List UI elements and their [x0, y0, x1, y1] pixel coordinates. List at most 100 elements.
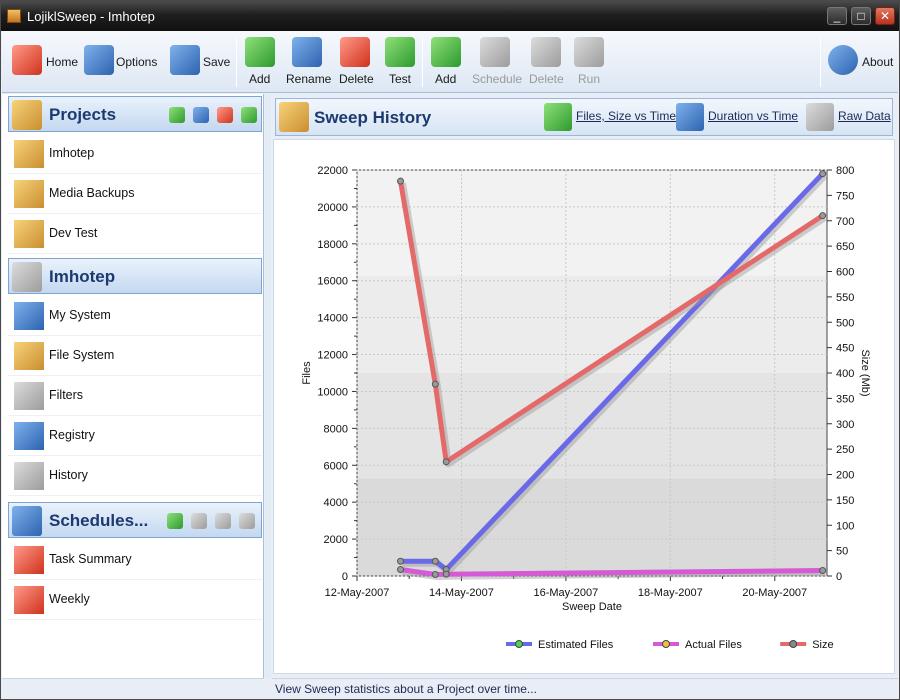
- sidebar-item-my-system[interactable]: My System: [8, 296, 262, 336]
- project-test-icon: [385, 37, 415, 67]
- projects-header: Projects: [8, 96, 262, 132]
- project-item[interactable]: Imhotep: [8, 134, 262, 174]
- tab-raw-data[interactable]: Raw Data: [838, 109, 891, 123]
- sidebar-item-task-summary[interactable]: Task Summary: [8, 540, 262, 580]
- y-axis-label: Files: [301, 361, 313, 385]
- x-tick-label: 14-May-2007: [429, 587, 494, 599]
- y2-tick-label: 750: [836, 190, 854, 202]
- toolbar-separator: [422, 37, 423, 87]
- save-icon: [170, 45, 200, 75]
- legend-marker: [515, 640, 523, 648]
- chart-panel: 0 2000 4000 6000 8000 10000 12000 14000 16000 180…: [273, 139, 895, 674]
- y-tick-label: 4000: [324, 497, 348, 509]
- project-delete-icon: [340, 37, 370, 67]
- main-header: Sweep History Files, Size vs Time Durati…: [275, 98, 893, 136]
- delete-schedule-icon[interactable]: [215, 513, 231, 529]
- sidebar-item-history[interactable]: History: [8, 456, 262, 496]
- y2-tick-label: 650: [836, 241, 854, 253]
- plot-background-band: [357, 373, 827, 479]
- y-tick-label: 10000: [317, 386, 348, 398]
- schedule-schedule-label: Schedule: [472, 72, 523, 86]
- sidebar-item-label: History: [49, 468, 88, 482]
- run-schedule-icon[interactable]: [239, 513, 255, 529]
- y-tick-label: 6000: [324, 460, 348, 472]
- project-rename-label: Rename: [286, 72, 332, 86]
- data-point: [442, 570, 450, 578]
- project-item-label: Dev Test: [49, 226, 98, 240]
- sidebar-item-registry[interactable]: Registry: [8, 416, 262, 456]
- data-point: [819, 170, 827, 178]
- schedule-icon[interactable]: [191, 513, 207, 529]
- about-label: About: [862, 55, 894, 69]
- data-point: [397, 566, 405, 574]
- sidebar: Projects Imhotep Media Backups Dev Test …: [2, 94, 264, 678]
- chart-icon[interactable]: [544, 103, 572, 131]
- project-item[interactable]: Dev Test: [8, 214, 262, 254]
- delete-project-icon[interactable]: [217, 107, 233, 123]
- sidebar-item-file-system[interactable]: File System: [8, 336, 262, 376]
- y2-tick-label: 350: [836, 393, 854, 405]
- toolbar: Home Options Save Add Rename Delete Test: [2, 31, 898, 93]
- page-title: Sweep History: [314, 108, 432, 127]
- folder-icon: [14, 342, 44, 370]
- y2-tick-label: 200: [836, 470, 854, 482]
- y2-axis-label: Size (Mb): [859, 349, 871, 396]
- panel-splitter[interactable]: [265, 94, 271, 678]
- broom-icon: [14, 140, 44, 168]
- y2-tick-label: 300: [836, 419, 854, 431]
- project-delete-label: Delete: [339, 72, 374, 86]
- x-tick-label: 18-May-2007: [638, 587, 703, 599]
- registry-icon: [14, 422, 44, 450]
- sidebar-item-weekly[interactable]: Weekly: [8, 580, 262, 620]
- schedule-icon: [480, 37, 510, 67]
- table-icon[interactable]: [806, 103, 834, 131]
- schedule-delete-label: Delete: [529, 72, 564, 86]
- sweep-history-chart: 0200040006000800010000120001400016000180…: [301, 165, 871, 651]
- x-tick-label: 20-May-2007: [742, 587, 807, 599]
- schedules-icon: [12, 506, 42, 536]
- rename-project-icon[interactable]: [193, 107, 209, 123]
- status-bar: View Sweep statistics about a Project ov…: [272, 678, 898, 698]
- funnel-icon: [14, 382, 44, 410]
- schedule-delete-icon: [531, 37, 561, 67]
- x-tick-label: 12-May-2007: [325, 587, 390, 599]
- projects-title: Projects: [49, 105, 117, 124]
- legend-label: Actual Files: [685, 639, 742, 651]
- help-icon: [828, 45, 858, 75]
- close-button[interactable]: ✕: [875, 7, 895, 25]
- legend-label: Size: [812, 639, 833, 651]
- legend-marker: [662, 640, 670, 648]
- project-item[interactable]: Media Backups: [8, 174, 262, 214]
- project-title: Imhotep: [49, 267, 116, 286]
- minimize-button[interactable]: _: [827, 7, 847, 25]
- project-rename-icon: [292, 37, 322, 67]
- y-tick-label: 18000: [317, 239, 348, 251]
- maximize-button[interactable]: □: [851, 7, 871, 25]
- project-add-label: Add: [249, 72, 271, 86]
- y2-tick-label: 250: [836, 444, 854, 456]
- schedule-run-label: Run: [578, 72, 601, 86]
- sidebar-item-label: Task Summary: [49, 552, 132, 566]
- chart-icon[interactable]: [676, 103, 704, 131]
- y2-tick-label: 50: [836, 546, 848, 558]
- app-icon: [7, 9, 21, 23]
- schedules-title: Schedules...: [49, 511, 149, 530]
- add-schedule-icon[interactable]: [167, 513, 183, 529]
- y-tick-label: 12000: [317, 350, 348, 362]
- title-bar[interactable]: LojiklSweep - Imhotep _ □ ✕: [1, 1, 899, 31]
- schedules-header: Schedules...: [8, 502, 262, 538]
- sidebar-item-filters[interactable]: Filters: [8, 376, 262, 416]
- y-tick-label: 20000: [317, 202, 348, 214]
- tab-files-size-vs-time[interactable]: Files, Size vs Time: [576, 109, 676, 123]
- data-point: [819, 212, 827, 220]
- test-project-icon[interactable]: [241, 107, 257, 123]
- schedule-add-label: Add: [435, 72, 457, 86]
- data-point: [431, 571, 439, 579]
- project-add-icon: [245, 37, 275, 67]
- alarm-clock-icon: [14, 546, 44, 574]
- add-project-icon[interactable]: [169, 107, 185, 123]
- y2-tick-label: 700: [836, 216, 854, 228]
- tab-duration-vs-time[interactable]: Duration vs Time: [708, 109, 798, 123]
- legend-label: Estimated Files: [538, 639, 614, 651]
- sidebar-item-label: Weekly: [49, 592, 90, 606]
